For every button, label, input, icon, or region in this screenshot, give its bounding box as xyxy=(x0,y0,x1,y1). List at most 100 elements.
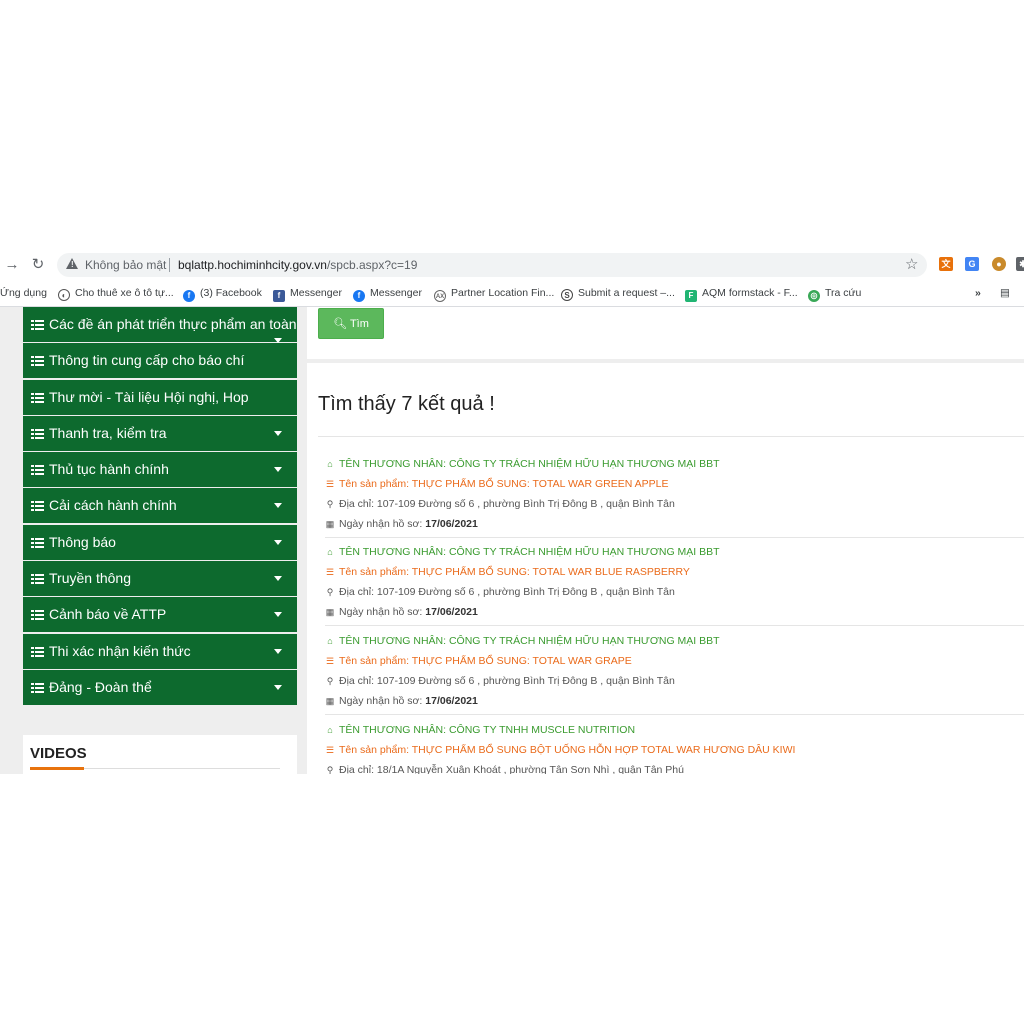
extensions-icon[interactable]: ✱ xyxy=(1016,257,1024,271)
sidebar-item-attp-warnings[interactable]: Cảnh báo về ATTP xyxy=(23,597,297,633)
chevron-down-icon xyxy=(274,576,282,582)
chevron-down-icon xyxy=(274,648,282,654)
location-icon: AX xyxy=(434,290,446,302)
date-line: ▦ Ngày nhận hồ sơ: 17/06/2021 xyxy=(325,606,478,618)
search-button[interactable]: 🔍︎ Tìm xyxy=(318,308,384,339)
videos-panel: VIDEOS xyxy=(23,735,297,774)
list-icon xyxy=(31,646,44,657)
sidebar-item-admin-procedures[interactable]: Thủ tục hành chính xyxy=(23,452,297,488)
list-icon xyxy=(31,320,44,330)
calendar-icon: ▦ xyxy=(325,696,335,706)
map-pin-icon: ⚲ xyxy=(326,587,334,597)
chevron-down-icon xyxy=(274,503,282,509)
bookmark-formstack[interactable]: F AQM formstack - F... xyxy=(685,285,798,302)
bookmarks-bar: Ứng dụng ◐ Cho thuê xe ô tô tự... f (3) Fa… xyxy=(0,280,1024,307)
map-pin-icon: ⚲ xyxy=(326,765,334,774)
sidebar-item-inspection[interactable]: Thanh tra, kiểm tra xyxy=(23,415,297,451)
result-count: Tìm thấy 7 kết quả ! xyxy=(318,393,495,415)
home-icon: ⌂ xyxy=(327,547,333,557)
translate-ext-icon[interactable]: 文 xyxy=(939,257,953,271)
videos-heading: VIDEOS xyxy=(30,745,87,762)
date-line: ▦ Ngày nhận hồ sơ: 17/06/2021 xyxy=(325,518,478,530)
formstack-icon: F xyxy=(685,290,697,302)
home-icon: ⌂ xyxy=(327,459,333,469)
map-pin-icon: ⚲ xyxy=(326,676,334,686)
divider xyxy=(318,436,1024,437)
globe-icon: ◐ xyxy=(58,289,70,301)
merchant-line: ⌂ TÊN THƯƠNG NHÂN: CÔNG TY TRÁCH NHIỆM HỮ… xyxy=(325,635,719,647)
facebook-icon: f xyxy=(353,290,365,302)
forward-icon[interactable]: → xyxy=(2,255,22,275)
home-icon: ⌂ xyxy=(327,725,333,735)
facebook-square-icon: f xyxy=(273,290,285,302)
more-bookmarks-icon[interactable]: » xyxy=(975,285,981,301)
merchant-line: ⌂ TÊN THƯƠNG NHÂN: CÔNG TY TNHH MUSCLE NU… xyxy=(325,724,635,736)
reading-list-icon[interactable]: ▤ xyxy=(1000,285,1010,301)
list-icon xyxy=(31,610,44,621)
list-icon xyxy=(31,428,44,439)
sidebar-item-food-safety-projects[interactable]: Các đề án phát triển thực phẩm an toàn xyxy=(23,307,297,343)
bookmark-messenger-2[interactable]: f Messenger xyxy=(353,285,422,302)
product-line[interactable]: ☰ Tên sản phẩm: THỰC PHẨM BỔ SUNG: TOTAL … xyxy=(325,655,632,667)
chevron-down-icon xyxy=(274,612,282,618)
product-line[interactable]: ☰ Tên sản phẩm: THỰC PHẨM BỔ SUNG BỘT UỐN… xyxy=(325,744,795,756)
list-icon xyxy=(31,537,44,548)
bookmark-partner-location[interactable]: AX Partner Location Fin... xyxy=(434,285,554,302)
bookmark-car-rental[interactable]: ◐ Cho thuê xe ô tô tự... xyxy=(58,285,174,301)
bookmark-apps[interactable]: Ứng dụng xyxy=(0,285,47,301)
chevron-down-icon xyxy=(274,338,282,343)
search-icon: 🔍︎ xyxy=(333,318,348,330)
result-item[interactable]: ⌂ TÊN THƯƠNG NHÂN: CÔNG TY TRÁCH NHIỆM HỮ… xyxy=(325,449,1024,538)
chevron-down-icon xyxy=(274,430,282,436)
facebook-icon: f xyxy=(183,290,195,302)
tra-cuu-icon: ◎ xyxy=(808,290,820,302)
list-icon: ☰ xyxy=(325,567,335,577)
main-content: 🔍︎ Tìm Tìm thấy 7 kết quả ! ⌂ TÊN THƯƠNG … xyxy=(307,307,1024,774)
result-item[interactable]: ⌂ TÊN THƯƠNG NHÂN: CÔNG TY TNHH MUSCLE NU… xyxy=(325,715,1024,774)
sidebar-item-invitations[interactable]: Thư mời - Tài liệu Hội nghị, Hop xyxy=(23,379,297,415)
security-label[interactable]: Không bảo mật xyxy=(85,258,166,272)
sidebar-item-party-union[interactable]: Đảng - Đoàn thể xyxy=(23,669,297,705)
list-icon xyxy=(31,465,44,476)
calendar-icon: ▦ xyxy=(325,607,335,617)
address-line: ⚲ Địa chỉ: 107-109 Đường số 6 , phường Bì… xyxy=(326,498,675,510)
product-line[interactable]: ☰ Tên sản phẩm: THỰC PHẨM BỔ SUNG: TOTAL … xyxy=(325,566,690,578)
result-item[interactable]: ⌂ TÊN THƯƠNG NHÂN: CÔNG TY TRÁCH NHIỆM HỮ… xyxy=(325,537,1024,626)
calendar-icon: ▦ xyxy=(325,519,335,529)
cookie-icon[interactable]: ● xyxy=(992,257,1006,271)
s-icon: S xyxy=(561,289,573,301)
bookmark-messenger-1[interactable]: f Messenger xyxy=(273,285,342,302)
result-item[interactable]: ⌂ TÊN THƯƠNG NHÂN: CÔNG TY TRÁCH NHIỆM HỮ… xyxy=(325,626,1024,715)
sidebar-menu: Các đề án phát triển thực phẩm an toàn T… xyxy=(23,307,297,706)
list-icon xyxy=(31,356,44,367)
list-icon: ☰ xyxy=(325,479,335,489)
heading-accent xyxy=(30,767,84,770)
divider xyxy=(169,258,170,272)
address-bar-row: → ↻ ! Không bảo mật bqlattp.hochiminhcit… xyxy=(0,250,1024,280)
bookmark-tra-cuu[interactable]: ◎ Tra cứu xyxy=(808,285,861,302)
address-line: ⚲ Địa chỉ: 107-109 Đường số 6 , phường Bì… xyxy=(326,675,675,687)
list-icon: ☰ xyxy=(325,656,335,666)
product-line[interactable]: ☰ Tên sản phẩm: THỰC PHẨM BỔ SUNG: TOTAL … xyxy=(325,478,669,490)
chevron-down-icon xyxy=(274,467,282,473)
browser-screenshot: → ↻ ! Không bảo mật bqlattp.hochiminhcit… xyxy=(0,250,1024,774)
search-panel: 🔍︎ Tìm xyxy=(307,307,1024,363)
chevron-down-icon xyxy=(274,539,282,545)
sidebar-item-media[interactable]: Truyền thông xyxy=(23,561,297,597)
reload-icon[interactable]: ↻ xyxy=(28,255,48,275)
sidebar-item-knowledge-test[interactable]: Thi xác nhận kiến thức xyxy=(23,633,297,669)
sidebar-item-press-info[interactable]: Thông tin cung cấp cho báo chí xyxy=(23,343,297,379)
url-text[interactable]: bqlattp.hochiminhcity.gov.vn/spcb.aspx?c… xyxy=(178,258,417,272)
google-translate-icon[interactable]: G xyxy=(965,257,979,271)
page-body: Các đề án phát triển thực phẩm an toàn T… xyxy=(0,307,1024,774)
bookmark-facebook[interactable]: f (3) Facebook xyxy=(183,285,262,302)
bookmark-submit-request[interactable]: S Submit a request –... xyxy=(561,285,675,301)
bookmark-star-icon[interactable]: ☆ xyxy=(905,255,918,273)
omnibox[interactable]: ! Không bảo mật bqlattp.hochiminhcity.go… xyxy=(57,253,927,277)
sidebar-item-announcements[interactable]: Thông báo xyxy=(23,524,297,560)
sidebar-item-admin-reform[interactable]: Cải cách hành chính xyxy=(23,488,297,524)
list-icon xyxy=(31,682,44,693)
date-line: ▦ Ngày nhận hồ sơ: 17/06/2021 xyxy=(325,695,478,707)
list-icon xyxy=(31,392,44,403)
address-line: ⚲ Địa chỉ: 18/1A Nguyễn Xuân Khoát , phườ… xyxy=(326,764,684,774)
